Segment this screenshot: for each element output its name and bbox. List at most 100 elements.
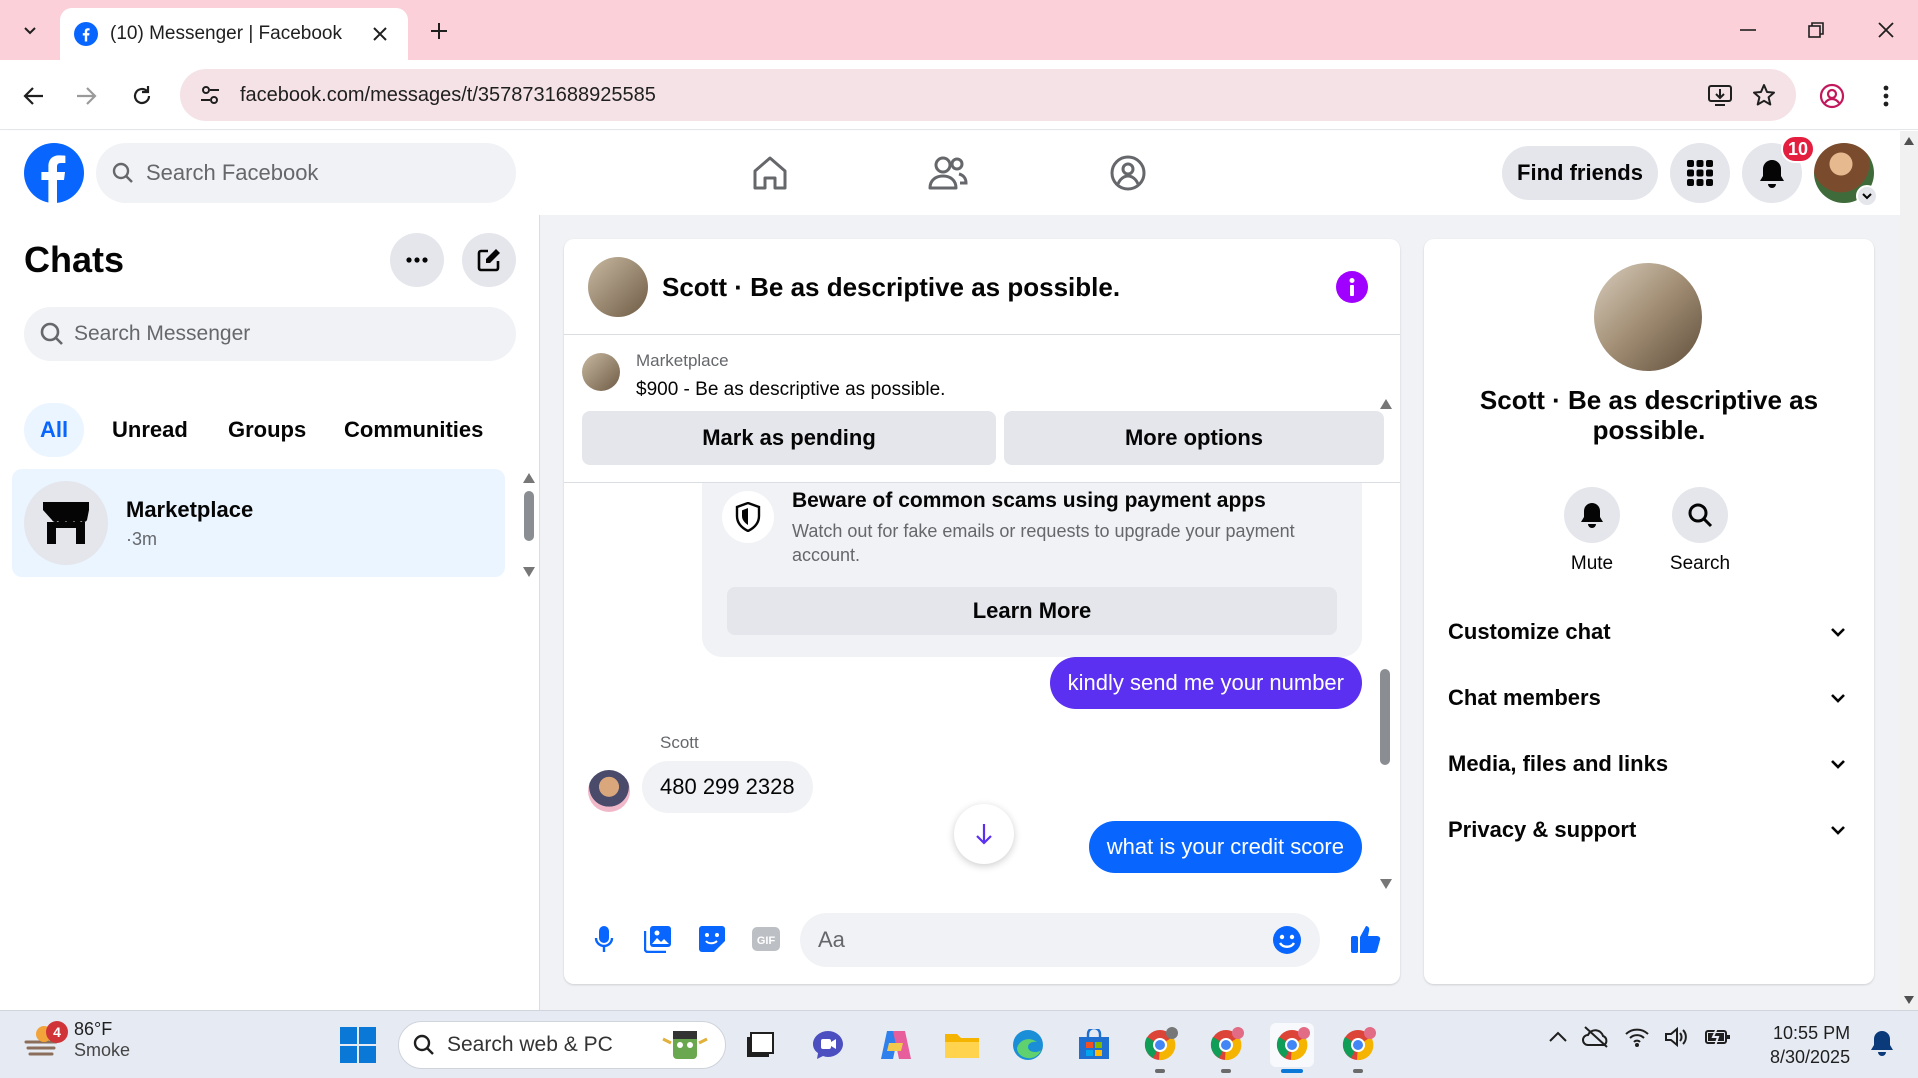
- restore-button[interactable]: [1786, 10, 1846, 50]
- nav-home[interactable]: [742, 145, 798, 201]
- battery-charging-icon[interactable]: [1704, 1026, 1732, 1048]
- nav-friends[interactable]: [920, 145, 976, 201]
- start-button[interactable]: [340, 1027, 376, 1063]
- sender-avatar[interactable]: [588, 770, 630, 812]
- friends-icon: [928, 156, 968, 190]
- taskbar-chrome-profile-4[interactable]: [1336, 1023, 1380, 1073]
- listing-price-title[interactable]: $900 - Be as descriptive as possible.: [636, 379, 945, 401]
- svg-text:GIF: GIF: [757, 935, 776, 947]
- search-action[interactable]: Search: [1655, 487, 1745, 575]
- taskbar-meet[interactable]: [806, 1023, 850, 1067]
- taskbar-chrome-profile-1[interactable]: [1138, 1023, 1182, 1073]
- chevron-up-icon[interactable]: [1548, 1030, 1568, 1044]
- filter-communities[interactable]: Communities: [328, 403, 499, 457]
- facebook-search[interactable]: Search Facebook: [96, 143, 516, 203]
- weather-widget[interactable]: 4 86°F Smoke: [22, 1019, 130, 1061]
- send-like-button[interactable]: [1346, 919, 1386, 959]
- tab-search-button[interactable]: [10, 12, 50, 48]
- minimize-button[interactable]: [1718, 10, 1778, 50]
- close-window-button[interactable]: [1856, 10, 1916, 50]
- taskbar-file-explorer[interactable]: [940, 1023, 984, 1067]
- volume-icon[interactable]: [1664, 1026, 1690, 1048]
- conversation-scrollbar-thumb[interactable]: [1380, 669, 1390, 765]
- browser-menu-button[interactable]: [1866, 76, 1906, 116]
- scrollbar-thumb[interactable]: [524, 491, 534, 541]
- mark-as-pending-button[interactable]: Mark as pending: [582, 411, 996, 465]
- onedrive-offline-icon[interactable]: [1582, 1025, 1610, 1049]
- sticker-button[interactable]: [692, 919, 732, 959]
- mute-button[interactable]: [1564, 487, 1620, 543]
- profile-button[interactable]: [1812, 76, 1852, 116]
- install-app-button[interactable]: [1698, 73, 1742, 117]
- taskbar-edge[interactable]: [1006, 1023, 1050, 1067]
- back-button[interactable]: [14, 76, 54, 116]
- section-customize-chat[interactable]: Customize chat: [1440, 603, 1858, 661]
- bookmark-button[interactable]: [1742, 73, 1786, 117]
- chat-list-item[interactable]: Marketplace ·3m: [12, 469, 505, 577]
- page-scrollbar[interactable]: [1900, 131, 1918, 1010]
- voice-clip-button[interactable]: [584, 919, 624, 959]
- emoji-icon[interactable]: [1272, 925, 1302, 955]
- scroll-to-bottom-button[interactable]: [954, 804, 1014, 864]
- shield-icon-wrap: [722, 491, 774, 543]
- scroll-down-arrow-icon[interactable]: [1380, 879, 1392, 889]
- filter-groups[interactable]: Groups: [212, 403, 322, 457]
- section-label: Privacy & support: [1448, 817, 1637, 842]
- facebook-logo[interactable]: [24, 143, 84, 203]
- scroll-up-arrow-icon[interactable]: [1380, 399, 1392, 409]
- taskbar-chrome-profile-3-active[interactable]: [1270, 1023, 1314, 1073]
- conversation-title[interactable]: Scott · Be as descriptive as possible.: [662, 272, 1120, 303]
- arrow-left-icon: [23, 87, 43, 105]
- wifi-icon[interactable]: [1624, 1026, 1650, 1048]
- section-chat-members[interactable]: Chat members: [1440, 669, 1858, 727]
- chat-options-button[interactable]: [390, 233, 444, 287]
- search-in-chat-button[interactable]: [1672, 487, 1728, 543]
- browser-tab-messenger[interactable]: (10) Messenger | Facebook: [60, 8, 408, 60]
- details-avatar[interactable]: [1594, 263, 1702, 371]
- system-clock[interactable]: 10:55 PM 8/30/2025: [1770, 1021, 1850, 1069]
- nav-groups[interactable]: [1100, 145, 1156, 201]
- taskbar-task-view[interactable]: [738, 1023, 782, 1067]
- site-info-button[interactable]: [184, 69, 236, 121]
- conversation-panel: Scott · Be as descriptive as possible. M…: [564, 239, 1400, 984]
- more-vertical-icon: [1883, 85, 1889, 107]
- section-media-files-links[interactable]: Media, files and links: [1440, 735, 1858, 793]
- url-text[interactable]: facebook.com/messages/t/3578731688925585: [240, 84, 1698, 107]
- chrome-icon: [1144, 1027, 1178, 1061]
- outgoing-message[interactable]: kindly send me your number: [1049, 657, 1362, 709]
- bell-icon: [1760, 160, 1784, 188]
- conversation-info-button[interactable]: [1336, 271, 1368, 303]
- filter-all[interactable]: All: [24, 403, 85, 457]
- messenger-search[interactable]: Search Messenger: [24, 307, 516, 361]
- learn-more-button[interactable]: Learn More: [727, 587, 1337, 635]
- find-friends-button[interactable]: Find friends: [1502, 146, 1658, 200]
- address-bar[interactable]: facebook.com/messages/t/3578731688925585: [180, 69, 1796, 121]
- reload-button[interactable]: [122, 76, 162, 116]
- taskbar-copilot[interactable]: [874, 1023, 918, 1067]
- contact-avatar[interactable]: [588, 257, 648, 317]
- tab-close-button[interactable]: [366, 20, 394, 48]
- notification-center-button[interactable]: [1870, 1029, 1894, 1057]
- forward-button[interactable]: [66, 76, 106, 116]
- outgoing-message[interactable]: what is your credit score: [1088, 821, 1362, 873]
- section-privacy-support[interactable]: Privacy & support: [1440, 801, 1858, 859]
- taskbar-chrome-profile-2[interactable]: [1204, 1023, 1248, 1073]
- marketplace-avatar: [24, 481, 108, 565]
- listing-thumbnail[interactable]: [582, 353, 620, 391]
- new-message-button[interactable]: [462, 233, 516, 287]
- message-input[interactable]: Aa: [800, 913, 1320, 967]
- chat-list-scrollbar[interactable]: [522, 473, 536, 577]
- filter-unread[interactable]: Unread: [96, 403, 204, 457]
- compose-icon: [477, 249, 500, 272]
- incoming-message[interactable]: 480 299 2328: [642, 761, 813, 813]
- attach-media-button[interactable]: [638, 919, 678, 959]
- account-menu-caret[interactable]: [1856, 185, 1878, 207]
- more-options-button[interactable]: More options: [1004, 411, 1384, 465]
- taskbar-store[interactable]: [1072, 1023, 1116, 1067]
- new-tab-button[interactable]: [422, 14, 456, 48]
- mute-action[interactable]: Mute: [1547, 487, 1637, 575]
- menu-button[interactable]: [1670, 143, 1730, 203]
- taskbar-search[interactable]: Search web & PC: [398, 1021, 726, 1069]
- gif-button[interactable]: GIF: [746, 919, 786, 959]
- conversation-header: Scott · Be as descriptive as possible.: [564, 239, 1400, 335]
